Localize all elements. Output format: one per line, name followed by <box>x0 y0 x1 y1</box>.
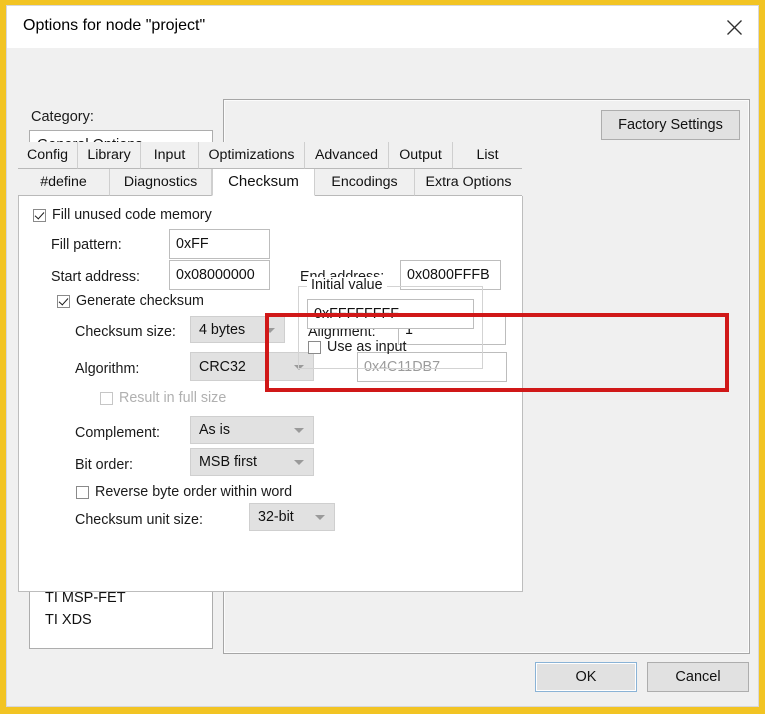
checkbox-box <box>57 294 70 308</box>
tab-diagnostics[interactable]: Diagnostics <box>110 169 212 196</box>
chevron-down-icon <box>294 460 304 465</box>
algorithm-select[interactable]: CRC32 <box>190 352 314 381</box>
checkbox-box <box>100 391 113 405</box>
fill-pattern-label: Fill pattern: <box>51 237 122 253</box>
result-full-size-label: Result in full size <box>119 390 227 406</box>
fill-unused-checkbox[interactable]: Fill unused code memory <box>33 207 212 223</box>
checksum-unit-size-value: 32-bit <box>258 509 294 525</box>
title-bar: Options for node "project" <box>7 6 758 49</box>
tab-list[interactable]: List <box>453 142 522 169</box>
checkbox-box <box>76 485 89 499</box>
initial-value-input[interactable]: 0xFFFFFFFF <box>307 299 474 329</box>
generate-checksum-label: Generate checksum <box>76 293 204 309</box>
ok-button[interactable]: OK <box>535 662 637 692</box>
options-dialog: Options for node "project" Category: Gen… <box>6 5 759 707</box>
chevron-down-icon <box>315 515 325 520</box>
fill-pattern-input[interactable]: 0xFF <box>169 229 270 259</box>
initial-value-title: Initial value <box>307 277 387 293</box>
complement-value: As is <box>199 422 230 438</box>
complement-label: Complement: <box>75 425 161 441</box>
tab-extra-options[interactable]: Extra Options <box>415 169 522 196</box>
tab-row-primary: Config Library Input Optimizations Advanced O… <box>18 142 523 169</box>
tab-strip: Config Library Input Optimizations Advanced O… <box>18 142 523 196</box>
checksum-tab-page: Fill unused code memory Fill pattern: 0x… <box>18 196 523 592</box>
dialog-body: Category: General OptionsStatic Analysis… <box>7 49 758 706</box>
tab-checksum[interactable]: Checksum <box>212 169 315 196</box>
factory-settings-button[interactable]: Factory Settings <box>601 110 740 140</box>
bit-order-label: Bit order: <box>75 457 134 473</box>
bit-order-select[interactable]: MSB first <box>190 448 314 476</box>
result-full-size-checkbox[interactable]: Result in full size <box>100 390 226 406</box>
chevron-down-icon <box>294 428 304 433</box>
tab-define[interactable]: #define <box>18 169 110 196</box>
initial-value-group: Initial value 0xFFFFFFFF Use as input <box>298 277 483 369</box>
outer-frame: Options for node "project" Category: Gen… <box>0 0 765 714</box>
complement-select[interactable]: As is <box>190 416 314 444</box>
checksum-unit-size-label: Checksum unit size: <box>75 512 203 528</box>
tab-advanced[interactable]: Advanced <box>305 142 389 169</box>
algorithm-label: Algorithm: <box>75 361 140 377</box>
tab-optimizations[interactable]: Optimizations <box>199 142 305 169</box>
close-icon[interactable] <box>711 6 758 49</box>
reverse-byte-order-label: Reverse byte order within word <box>95 484 293 500</box>
start-address-label: Start address: <box>51 269 140 285</box>
page-title: Options for node "project" <box>23 17 206 34</box>
checkbox-box <box>308 340 321 354</box>
fill-unused-label: Fill unused code memory <box>52 207 212 223</box>
use-as-input-checkbox[interactable]: Use as input <box>308 339 406 355</box>
checksum-unit-size-select[interactable]: 32-bit <box>249 503 335 531</box>
generate-checksum-checkbox[interactable]: Generate checksum <box>57 293 204 309</box>
checksum-size-value: 4 bytes <box>199 321 246 338</box>
tab-encodings[interactable]: Encodings <box>315 169 415 196</box>
checkbox-box <box>33 208 46 222</box>
chevron-down-icon <box>265 327 275 333</box>
cancel-button[interactable]: Cancel <box>647 662 749 692</box>
tab-output[interactable]: Output <box>389 142 453 169</box>
tab-library[interactable]: Library <box>78 142 141 169</box>
checksum-size-label: Checksum size: <box>75 324 176 340</box>
tab-config[interactable]: Config <box>18 142 78 169</box>
checksum-size-select[interactable]: 4 bytes <box>190 316 285 343</box>
bit-order-value: MSB first <box>199 454 257 470</box>
category-label: Category: <box>31 109 94 125</box>
tab-row-secondary: #define Diagnostics Checksum Encodings Extra… <box>18 169 523 196</box>
use-as-input-label: Use as input <box>327 339 407 355</box>
reverse-byte-order-checkbox[interactable]: Reverse byte order within word <box>76 484 292 500</box>
start-address-input[interactable]: 0x08000000 <box>169 260 270 290</box>
tab-input[interactable]: Input <box>141 142 199 169</box>
algorithm-value: CRC32 <box>199 358 246 375</box>
sidebar-item-ti-xds[interactable]: TI XDS <box>30 610 212 632</box>
